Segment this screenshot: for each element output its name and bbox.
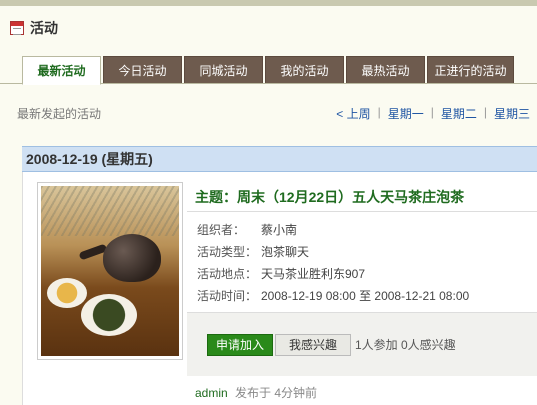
event-actions: 申请加入 我感兴趣 1人参加 0人感兴趣 [187,312,537,376]
type-label: 活动类型： [197,244,258,259]
event-title-bar: 主题：周末（12月22日）五人天马茶庄泡茶 [187,182,537,212]
separator: | [483,105,487,119]
event-title[interactable]: 主题：周末（12月22日）五人天马茶庄泡茶 [195,187,464,207]
top-strip [0,0,537,6]
time-row: 活动时间： 2008-12-19 08:00 至 2008-12-21 08:0… [197,284,469,306]
tea-photo-image [41,186,179,356]
place-row: 活动地点： 天马茶业胜利东907 [197,262,469,284]
monday-link[interactable]: 星期一 [388,105,424,122]
participant-counts: 1人参加 0人感兴趣 [355,338,456,352]
tab-latest[interactable]: 最新活动 [22,56,101,85]
tab-ongoing[interactable]: 正进行的活动 [427,56,514,83]
tab-mine[interactable]: 我的活动 [265,56,344,83]
section-subtitle: 最新发起的活动 [17,107,102,121]
tab-bar: 最新活动 今日活动 同城活动 我的活动 最热活动 正进行的活动 [22,56,516,85]
organizer-label: 组织者： [197,222,246,237]
place-label: 活动地点： [197,266,258,281]
event-info: 组织者： 蔡小南 活动类型： 泡茶聊天 活动地点： 天马茶业胜利东907 活动时… [197,218,469,306]
type-value: 泡茶聊天 [261,244,310,259]
date-heading: 2008-12-19 (星期五) [26,151,153,167]
place-value: 天马茶业胜利东907 [261,266,366,281]
wednesday-link[interactable]: 星期三 [494,105,530,122]
tab-today[interactable]: 今日活动 [103,56,182,83]
week-nav: < 上周 | 星期一 | 星期二 | 星期三 [336,105,530,122]
tab-hottest[interactable]: 最热活动 [346,56,425,83]
date-heading-bar: 2008-12-19 (星期五) [22,146,537,172]
page-header: 活动 [10,17,58,39]
separator: | [377,105,381,119]
event-card: 主题：周末（12月22日）五人天马茶庄泡茶 组织者： 蔡小南 活动类型： 泡茶聊… [22,172,537,405]
time-label: 活动时间： [197,288,258,303]
join-button[interactable]: 申请加入 [207,333,273,356]
separator: | [430,105,434,119]
organizer-value[interactable]: 蔡小南 [261,221,297,238]
interested-button[interactable]: 我感兴趣 [275,333,351,356]
post-meta: admin 发布于 4分钟前 [195,384,317,401]
type-row: 活动类型： 泡茶聊天 [197,240,469,262]
posted-time: 发布于 4分钟前 [235,386,318,400]
time-value: 2008-12-19 08:00 至 2008-12-21 08:00 [261,288,470,303]
tuesday-link[interactable]: 星期二 [441,105,477,122]
page-title: 活动 [30,20,58,36]
poster-link[interactable]: admin [195,386,228,400]
tab-local[interactable]: 同城活动 [184,56,263,83]
organizer-row: 组织者： 蔡小南 [197,218,469,240]
prev-week-link[interactable]: < 上周 [336,105,370,122]
event-photo[interactable] [37,182,183,360]
calendar-icon [10,21,24,35]
